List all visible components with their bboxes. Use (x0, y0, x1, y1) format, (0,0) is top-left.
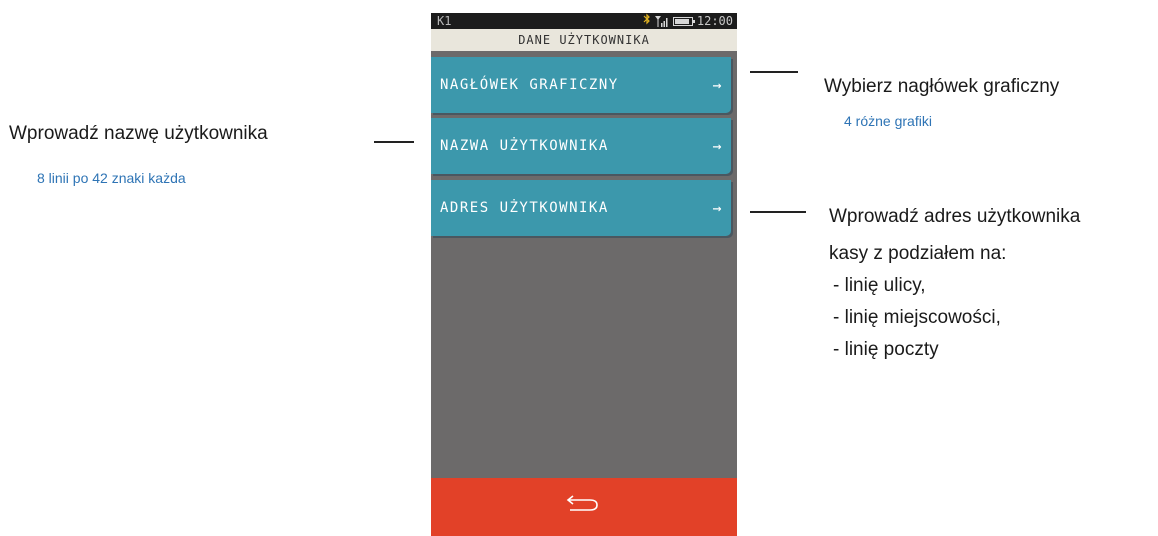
annotation-address-title: Wprowadź adres użytkownika (829, 206, 1081, 227)
annotation-header-subtitle: 4 różne grafiki (844, 113, 932, 129)
status-bar: K1 12:00 (431, 13, 737, 29)
annotation-connector (750, 71, 798, 73)
menu-item-user-name[interactable]: NAZWA UŻYTKOWNIKA → (431, 118, 731, 174)
annotation-connector (750, 211, 806, 213)
screen-title: DANE UŻYTKOWNIKA (431, 29, 737, 51)
annotation-address-list: kasy z podziałem na: - linię ulicy, - li… (829, 238, 1006, 366)
back-button[interactable] (431, 478, 737, 536)
annotation-address-line: - linię ulicy, (833, 275, 926, 296)
menu-item-graphic-header[interactable]: NAGŁÓWEK GRAFICZNY → (431, 57, 731, 113)
battery-icon (672, 16, 695, 26)
annotation-address-line: - linię miejscowości, (833, 307, 1001, 328)
annotation-name-subtitle: 8 linii po 42 znaki każda (37, 170, 186, 186)
annotation-header-title: Wybierz nagłówek graficzny (824, 76, 1060, 97)
menu-item-label: NAGŁÓWEK GRAFICZNY (440, 77, 619, 93)
device-screen: K1 12:00 DANE UŻYTKOWNIKA NAGŁÓWEK GRAFI… (431, 13, 737, 536)
arrow-right-icon: → (712, 76, 723, 94)
annotation-address-line: - linię poczty (833, 339, 939, 360)
menu-item-label: ADRES UŻYTKOWNIKA (440, 200, 609, 216)
menu-item-label: NAZWA UŻYTKOWNIKA (440, 138, 609, 154)
annotation-name-title: Wprowadź nazwę użytkownika (9, 123, 268, 144)
clock: 12:00 (696, 14, 733, 28)
back-arrow-icon (564, 494, 604, 520)
status-label: K1 (437, 14, 452, 28)
bluetooth-icon (643, 13, 651, 29)
signal-icon (654, 15, 669, 27)
arrow-right-icon: → (712, 137, 723, 155)
arrow-right-icon: → (712, 199, 723, 217)
annotation-address-line: kasy z podziałem na: (829, 243, 1007, 264)
annotation-connector (374, 141, 414, 143)
menu-item-user-address[interactable]: ADRES UŻYTKOWNIKA → (431, 180, 731, 236)
